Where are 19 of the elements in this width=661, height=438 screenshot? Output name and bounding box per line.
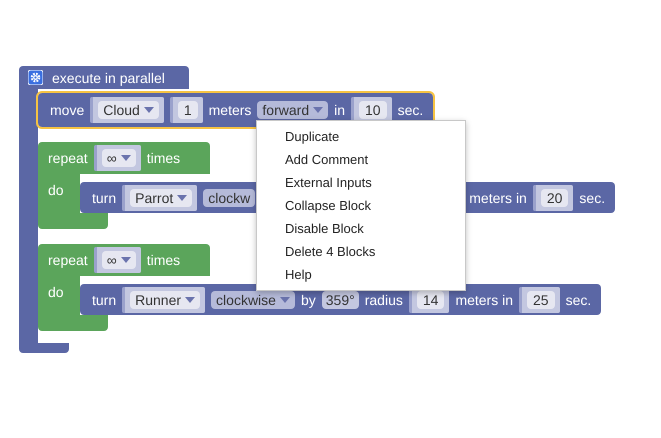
block-label: radius	[364, 292, 403, 308]
block-label: times	[146, 252, 180, 268]
block-label: sec.	[398, 102, 424, 118]
block-label: do	[48, 182, 65, 198]
block-label: times	[146, 150, 180, 166]
block-label: sec.	[579, 190, 606, 206]
block-label: by	[300, 292, 316, 308]
block-label: meters in	[455, 292, 514, 308]
block-label: meters	[208, 102, 252, 118]
block-label: turn	[92, 190, 116, 206]
block-label: do	[48, 284, 65, 300]
block-label: meters in	[469, 190, 527, 206]
block-label: repeat	[48, 252, 88, 268]
block-label: in	[334, 102, 346, 118]
block-label: execute in parallel	[52, 70, 165, 86]
block-label: repeat	[48, 150, 88, 166]
block-label: sec.	[566, 292, 592, 308]
block-label: turn	[92, 292, 116, 308]
block-label: move	[50, 102, 84, 118]
